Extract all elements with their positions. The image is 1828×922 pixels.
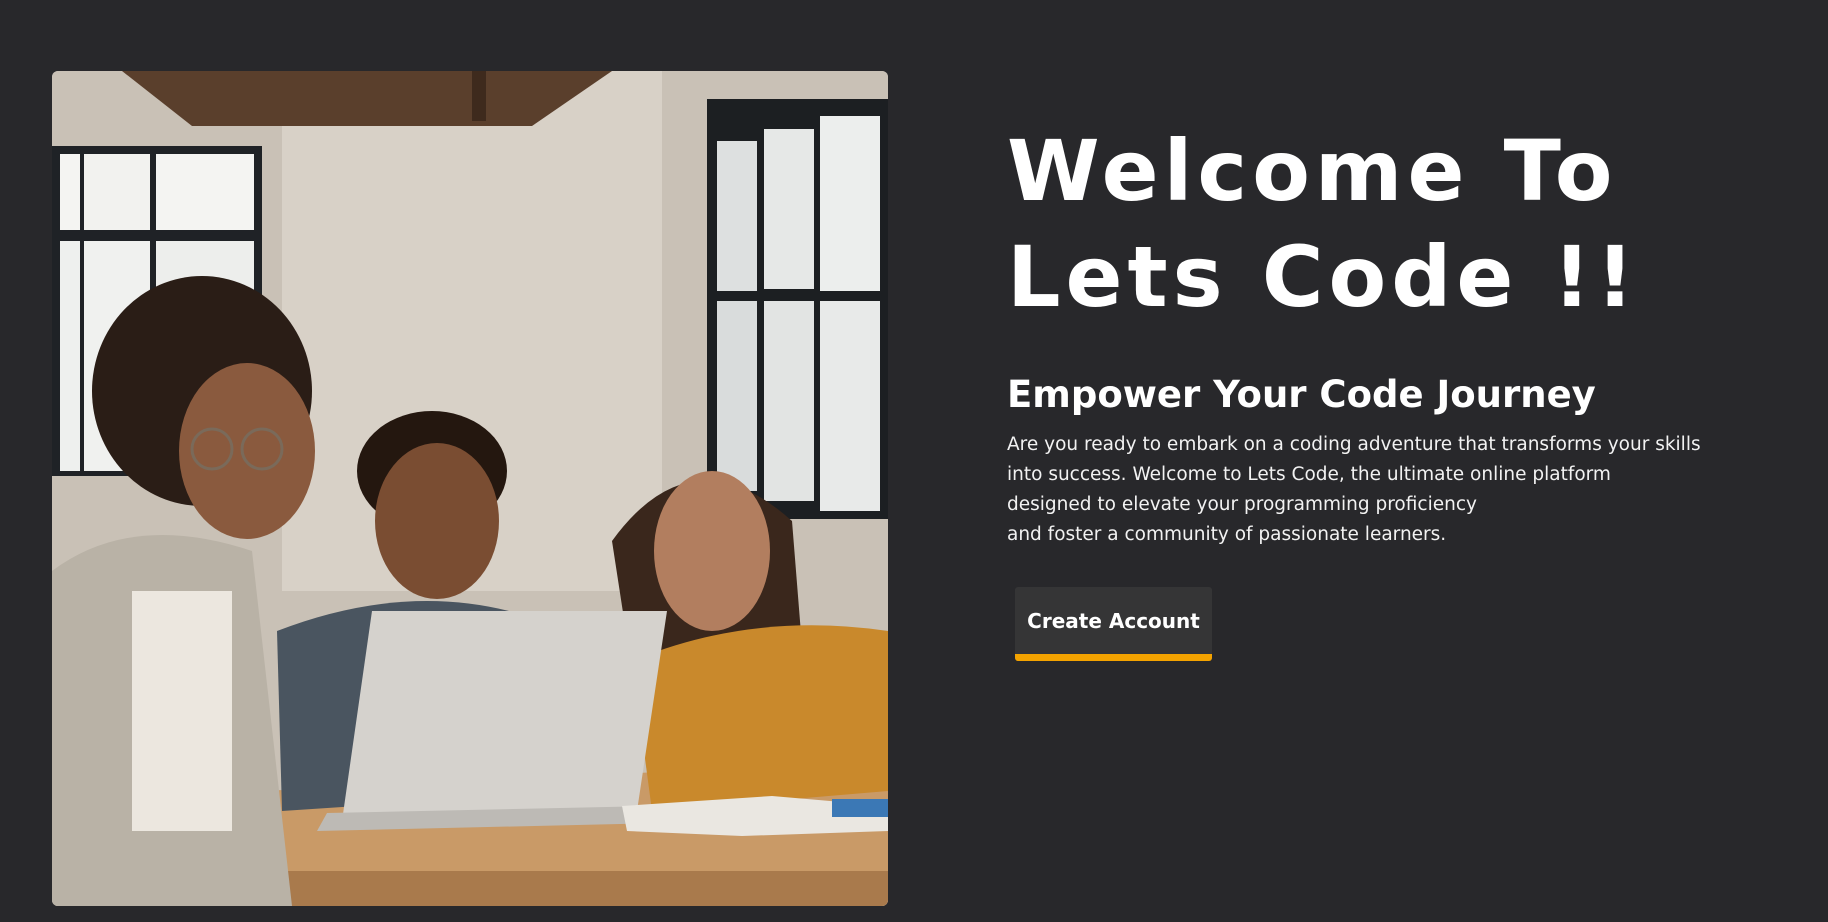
intro-description: Are you ready to embark on a coding adve… bbox=[1007, 430, 1727, 550]
students-laptop-illustration bbox=[52, 71, 888, 906]
description-line: Are you ready to embark on a coding adve… bbox=[1007, 434, 1701, 455]
title-line-1: Welcome To bbox=[1007, 122, 1618, 220]
page-title: Welcome To Lets Code !! bbox=[1007, 118, 1727, 330]
description-line: designed to elevate your programming pro… bbox=[1007, 494, 1477, 515]
description-line: into success. Welcome to Lets Code, the … bbox=[1007, 464, 1611, 485]
create-account-button[interactable]: Create Account bbox=[1015, 587, 1212, 661]
title-line-2: Lets Code !! bbox=[1007, 228, 1640, 326]
description-line: and foster a community of passionate lea… bbox=[1007, 524, 1447, 545]
hero-text-block: Welcome To Lets Code !! Empower Your Cod… bbox=[1007, 118, 1727, 550]
page-subtitle: Empower Your Code Journey bbox=[1007, 373, 1596, 416]
hero-photo bbox=[52, 71, 888, 906]
